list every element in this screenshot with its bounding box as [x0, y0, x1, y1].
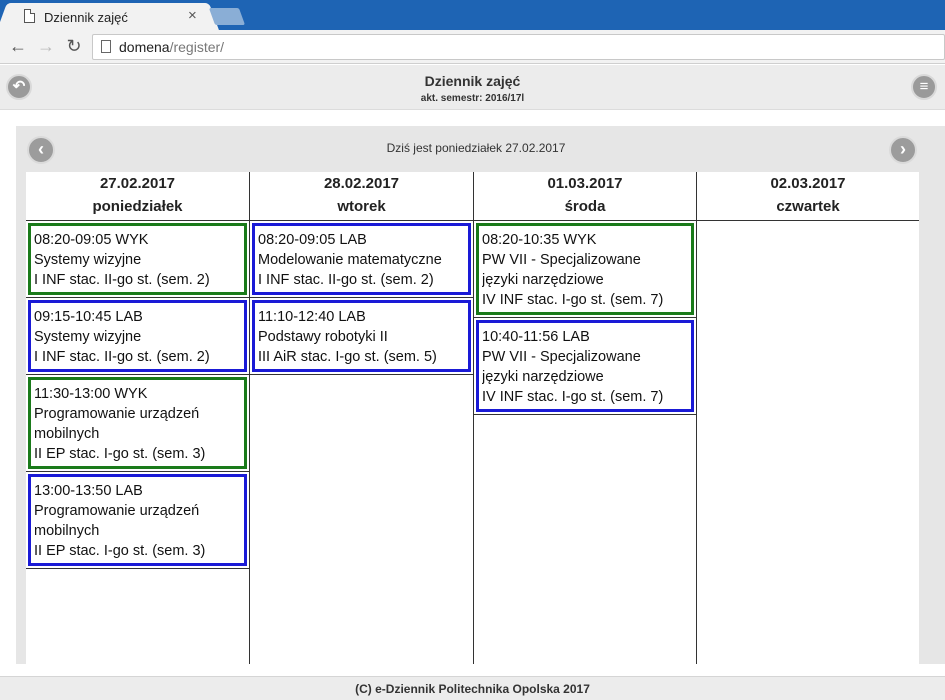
- class-subject: PW VII - Specjalizowane: [482, 252, 641, 268]
- day-date: 28.02.2017: [323, 175, 400, 192]
- day-header: 28.02.2017 wtorek: [250, 172, 473, 221]
- class-subject-cont: mobilnych: [34, 523, 100, 539]
- class-card-lecture[interactable]: 08:20-09:05 WYK Systemy wizyjne I INF st…: [28, 223, 247, 295]
- class-slot: 10:40-11:56 LAB PW VII - Specjalizowane …: [474, 318, 696, 415]
- forward-arrow-icon[interactable]: →: [36, 36, 56, 56]
- semester-subtitle: akt. semestr: 2016/17l: [420, 93, 525, 104]
- class-card-lab[interactable]: 08:20-09:05 LAB Modelowanie matematyczne…: [252, 223, 471, 295]
- app-header: ↶ Dziennik zajęć akt. semestr: 2016/17l …: [0, 65, 945, 110]
- class-slot: 09:15-10:45 LAB Systemy wizyjne I INF st…: [26, 298, 249, 375]
- day-column-thursday: 02.03.2017 czwartek: [697, 172, 919, 664]
- day-header: 27.02.2017 poniedziałek: [26, 172, 249, 221]
- class-card-lab[interactable]: 11:10-12:40 LAB Podstawy robotyki II III…: [252, 300, 471, 372]
- class-slot: 11:30-13:00 WYK Programowanie urządzeń m…: [26, 375, 249, 472]
- class-slot: 08:20-10:35 WYK PW VII - Specjalizowane …: [474, 221, 696, 318]
- class-group: I INF stac. II-go st. (sem. 2): [34, 272, 210, 288]
- day-date: 27.02.2017: [99, 175, 176, 192]
- class-card-lab[interactable]: 10:40-11:56 LAB PW VII - Specjalizowane …: [476, 320, 694, 412]
- day-date: 01.03.2017: [547, 175, 623, 192]
- class-subject: Programowanie urządzeń: [34, 406, 200, 422]
- today-label: Dziś jest poniedziałek 27.02.2017: [386, 141, 566, 155]
- day-column-monday: 27.02.2017 poniedziałek 08:20-09:05 WYK …: [26, 172, 250, 664]
- hamburger-menu-icon[interactable]: ≡: [911, 74, 937, 100]
- class-group: IV INF stac. I-go st. (sem. 7): [482, 389, 664, 405]
- page-title: Dziennik zajęć: [424, 73, 521, 89]
- class-subject: Programowanie urządzeń: [34, 503, 200, 519]
- class-subject: Podstawy robotyki II: [258, 329, 388, 345]
- reload-icon[interactable]: ↻: [64, 36, 84, 56]
- footer: (C) e-Dziennik Politechnika Opolska 2017: [0, 676, 945, 700]
- back-arrow-icon[interactable]: ←: [8, 36, 28, 56]
- class-group: I INF stac. II-go st. (sem. 2): [258, 272, 434, 288]
- browser-toolbar: ← → ↻ domena/register/: [0, 30, 945, 64]
- class-time: 10:40-11:56 LAB: [482, 329, 590, 345]
- class-slot: 08:20-09:05 LAB Modelowanie matematyczne…: [250, 221, 473, 298]
- class-subject: Modelowanie matematyczne: [258, 252, 442, 268]
- day-column-tuesday: 28.02.2017 wtorek 08:20-09:05 LAB Modelo…: [250, 172, 474, 664]
- class-slot: 13:00-13:50 LAB Programowanie urządzeń m…: [26, 472, 249, 569]
- class-card-lecture[interactable]: 11:30-13:00 WYK Programowanie urządzeń m…: [28, 377, 247, 469]
- class-subject: PW VII - Specjalizowane: [482, 349, 641, 365]
- new-tab-button[interactable]: [208, 8, 246, 25]
- url-domain: domena: [119, 39, 170, 55]
- class-subject: Systemy wizyjne: [34, 252, 142, 268]
- day-weekday: poniedziałek: [92, 198, 183, 215]
- class-subject-cont: języki narzędziowe: [482, 272, 604, 288]
- class-time: 08:20-09:05 LAB: [258, 232, 367, 248]
- class-time: 08:20-10:35 WYK: [482, 232, 597, 248]
- class-group: III AiR stac. I-go st. (sem. 5): [258, 349, 437, 365]
- day-date: 02.03.2017: [770, 175, 846, 192]
- day-header: 01.03.2017 środa: [474, 172, 696, 221]
- class-card-lecture[interactable]: 08:20-10:35 WYK PW VII - Specjalizowane …: [476, 223, 694, 315]
- class-time: 11:30-13:00 WYK: [34, 386, 148, 402]
- class-subject-cont: języki narzędziowe: [482, 369, 604, 385]
- browser-tabstrip: Dziennik zajęć ×: [0, 0, 945, 30]
- url-path: /register/: [169, 39, 225, 55]
- class-card-lab[interactable]: 09:15-10:45 LAB Systemy wizyjne I INF st…: [28, 300, 247, 372]
- day-header: 02.03.2017 czwartek: [697, 172, 919, 221]
- day-weekday: czwartek: [776, 198, 840, 215]
- tab-title: Dziennik zajęć: [44, 10, 128, 25]
- class-time: 11:10-12:40 LAB: [258, 309, 366, 325]
- browser-tab[interactable]: Dziennik zajęć ×: [8, 3, 208, 30]
- class-group: II EP stac. I-go st. (sem. 3): [34, 446, 206, 462]
- chevron-right-icon[interactable]: ›: [889, 136, 917, 164]
- schedule-columns: 27.02.2017 poniedziałek 08:20-09:05 WYK …: [26, 172, 919, 664]
- class-time: 13:00-13:50 LAB: [34, 483, 143, 499]
- url-text: domena/register/: [119, 39, 224, 55]
- class-group: IV INF stac. I-go st. (sem. 7): [482, 292, 664, 308]
- day-column-wednesday: 01.03.2017 środa 08:20-10:35 WYK PW VII …: [474, 172, 697, 664]
- class-group: I INF stac. II-go st. (sem. 2): [34, 349, 210, 365]
- day-weekday: środa: [564, 198, 606, 215]
- address-bar[interactable]: domena/register/: [92, 34, 945, 60]
- tab-close-icon[interactable]: ×: [188, 7, 197, 24]
- class-time: 09:15-10:45 LAB: [34, 309, 143, 325]
- class-subject-cont: mobilnych: [34, 426, 100, 442]
- class-slot: 08:20-09:05 WYK Systemy wizyjne I INF st…: [26, 221, 249, 298]
- class-time: 08:20-09:05 WYK: [34, 232, 149, 248]
- class-slot: 11:10-12:40 LAB Podstawy robotyki II III…: [250, 298, 473, 375]
- class-card-lab[interactable]: 13:00-13:50 LAB Programowanie urządzeń m…: [28, 474, 247, 566]
- day-weekday: wtorek: [337, 198, 386, 215]
- page-icon: [101, 40, 111, 53]
- class-group: II EP stac. I-go st. (sem. 3): [34, 543, 206, 559]
- page-icon: [24, 9, 35, 23]
- class-subject: Systemy wizyjne: [34, 329, 142, 345]
